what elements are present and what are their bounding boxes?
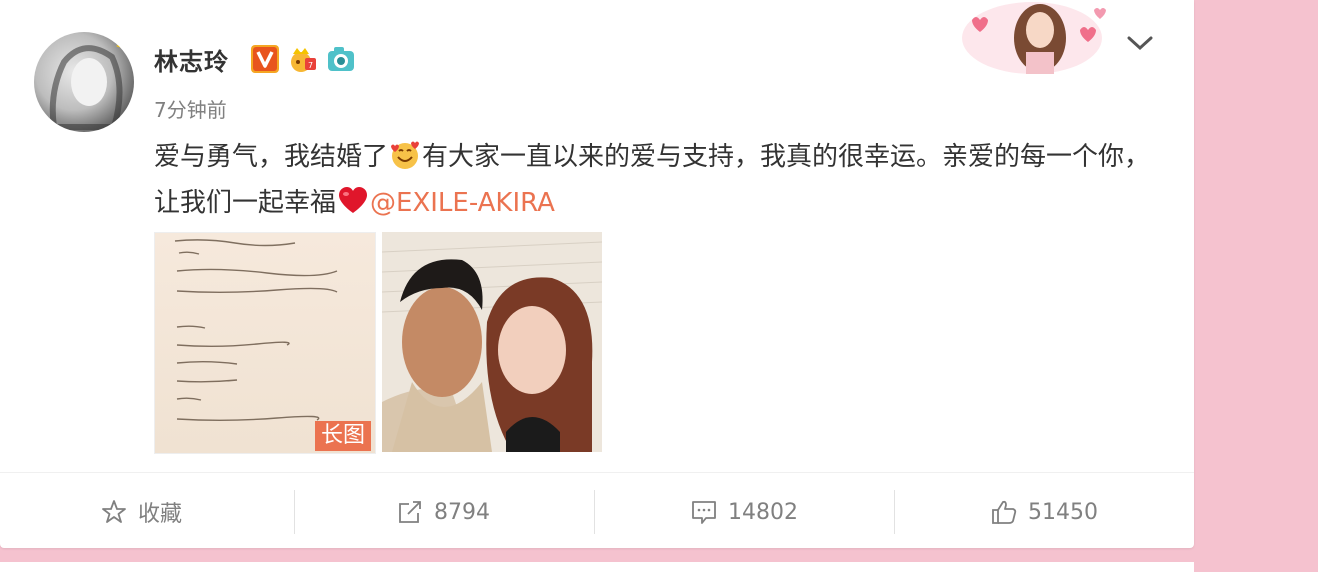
- next-card-edge: [0, 562, 1194, 572]
- handwritten-letter-image: [174, 239, 338, 421]
- camera-icon[interactable]: [326, 44, 356, 74]
- post-text: 爱与勇气，我结婚了 有大家一直以来的爱与支持，我真的很幸运。亲爱的每一个你，让我…: [154, 134, 1164, 226]
- comment-icon: [692, 501, 716, 524]
- avatar[interactable]: [34, 32, 134, 132]
- svg-text:7: 7: [308, 61, 313, 70]
- post-time[interactable]: 7分钟前: [154, 94, 227, 123]
- repost-icon: [399, 501, 421, 523]
- favorite-label: 收藏: [138, 502, 183, 527]
- member-crown-icon[interactable]: 7: [288, 44, 318, 74]
- couple-photo: [382, 232, 602, 452]
- username[interactable]: 林志玲: [154, 42, 229, 77]
- repost-count: 8794: [434, 499, 490, 525]
- like-count: 51450: [1028, 499, 1098, 525]
- photo-thumbnail[interactable]: [382, 232, 602, 452]
- card-decoration: [962, 2, 1106, 74]
- post-text-part1: 爱与勇气，我结婚了: [154, 142, 389, 172]
- verified-v-icon[interactable]: [250, 44, 280, 74]
- action-separator: [294, 490, 295, 534]
- chevron-down-icon[interactable]: [1126, 34, 1154, 52]
- mention-link[interactable]: @EXILE-AKIRA: [370, 188, 555, 218]
- action-separator: [894, 490, 895, 534]
- star-icon: [102, 500, 126, 523]
- thumbs-up-icon: [992, 500, 1017, 524]
- action-divider: [0, 472, 1194, 473]
- like-button[interactable]: 51450: [990, 490, 1098, 534]
- weibo-post-card: 林志玲 7 7分钟前 爱与勇气，我结婚了 有大家一直以来的爱与支持，我真的很幸运…: [0, 0, 1194, 548]
- repost-button[interactable]: 8794: [396, 490, 490, 534]
- comment-button[interactable]: 14802: [690, 490, 798, 534]
- comment-count: 14802: [728, 499, 798, 525]
- red-heart-icon: [339, 187, 368, 213]
- smiling-face-hearts-icon: [391, 141, 420, 169]
- action-separator: [594, 490, 595, 534]
- long-image-tag: 长图: [314, 421, 371, 451]
- long-image-thumbnail[interactable]: 长图: [154, 232, 376, 454]
- favorite-button[interactable]: 收藏: [100, 490, 182, 534]
